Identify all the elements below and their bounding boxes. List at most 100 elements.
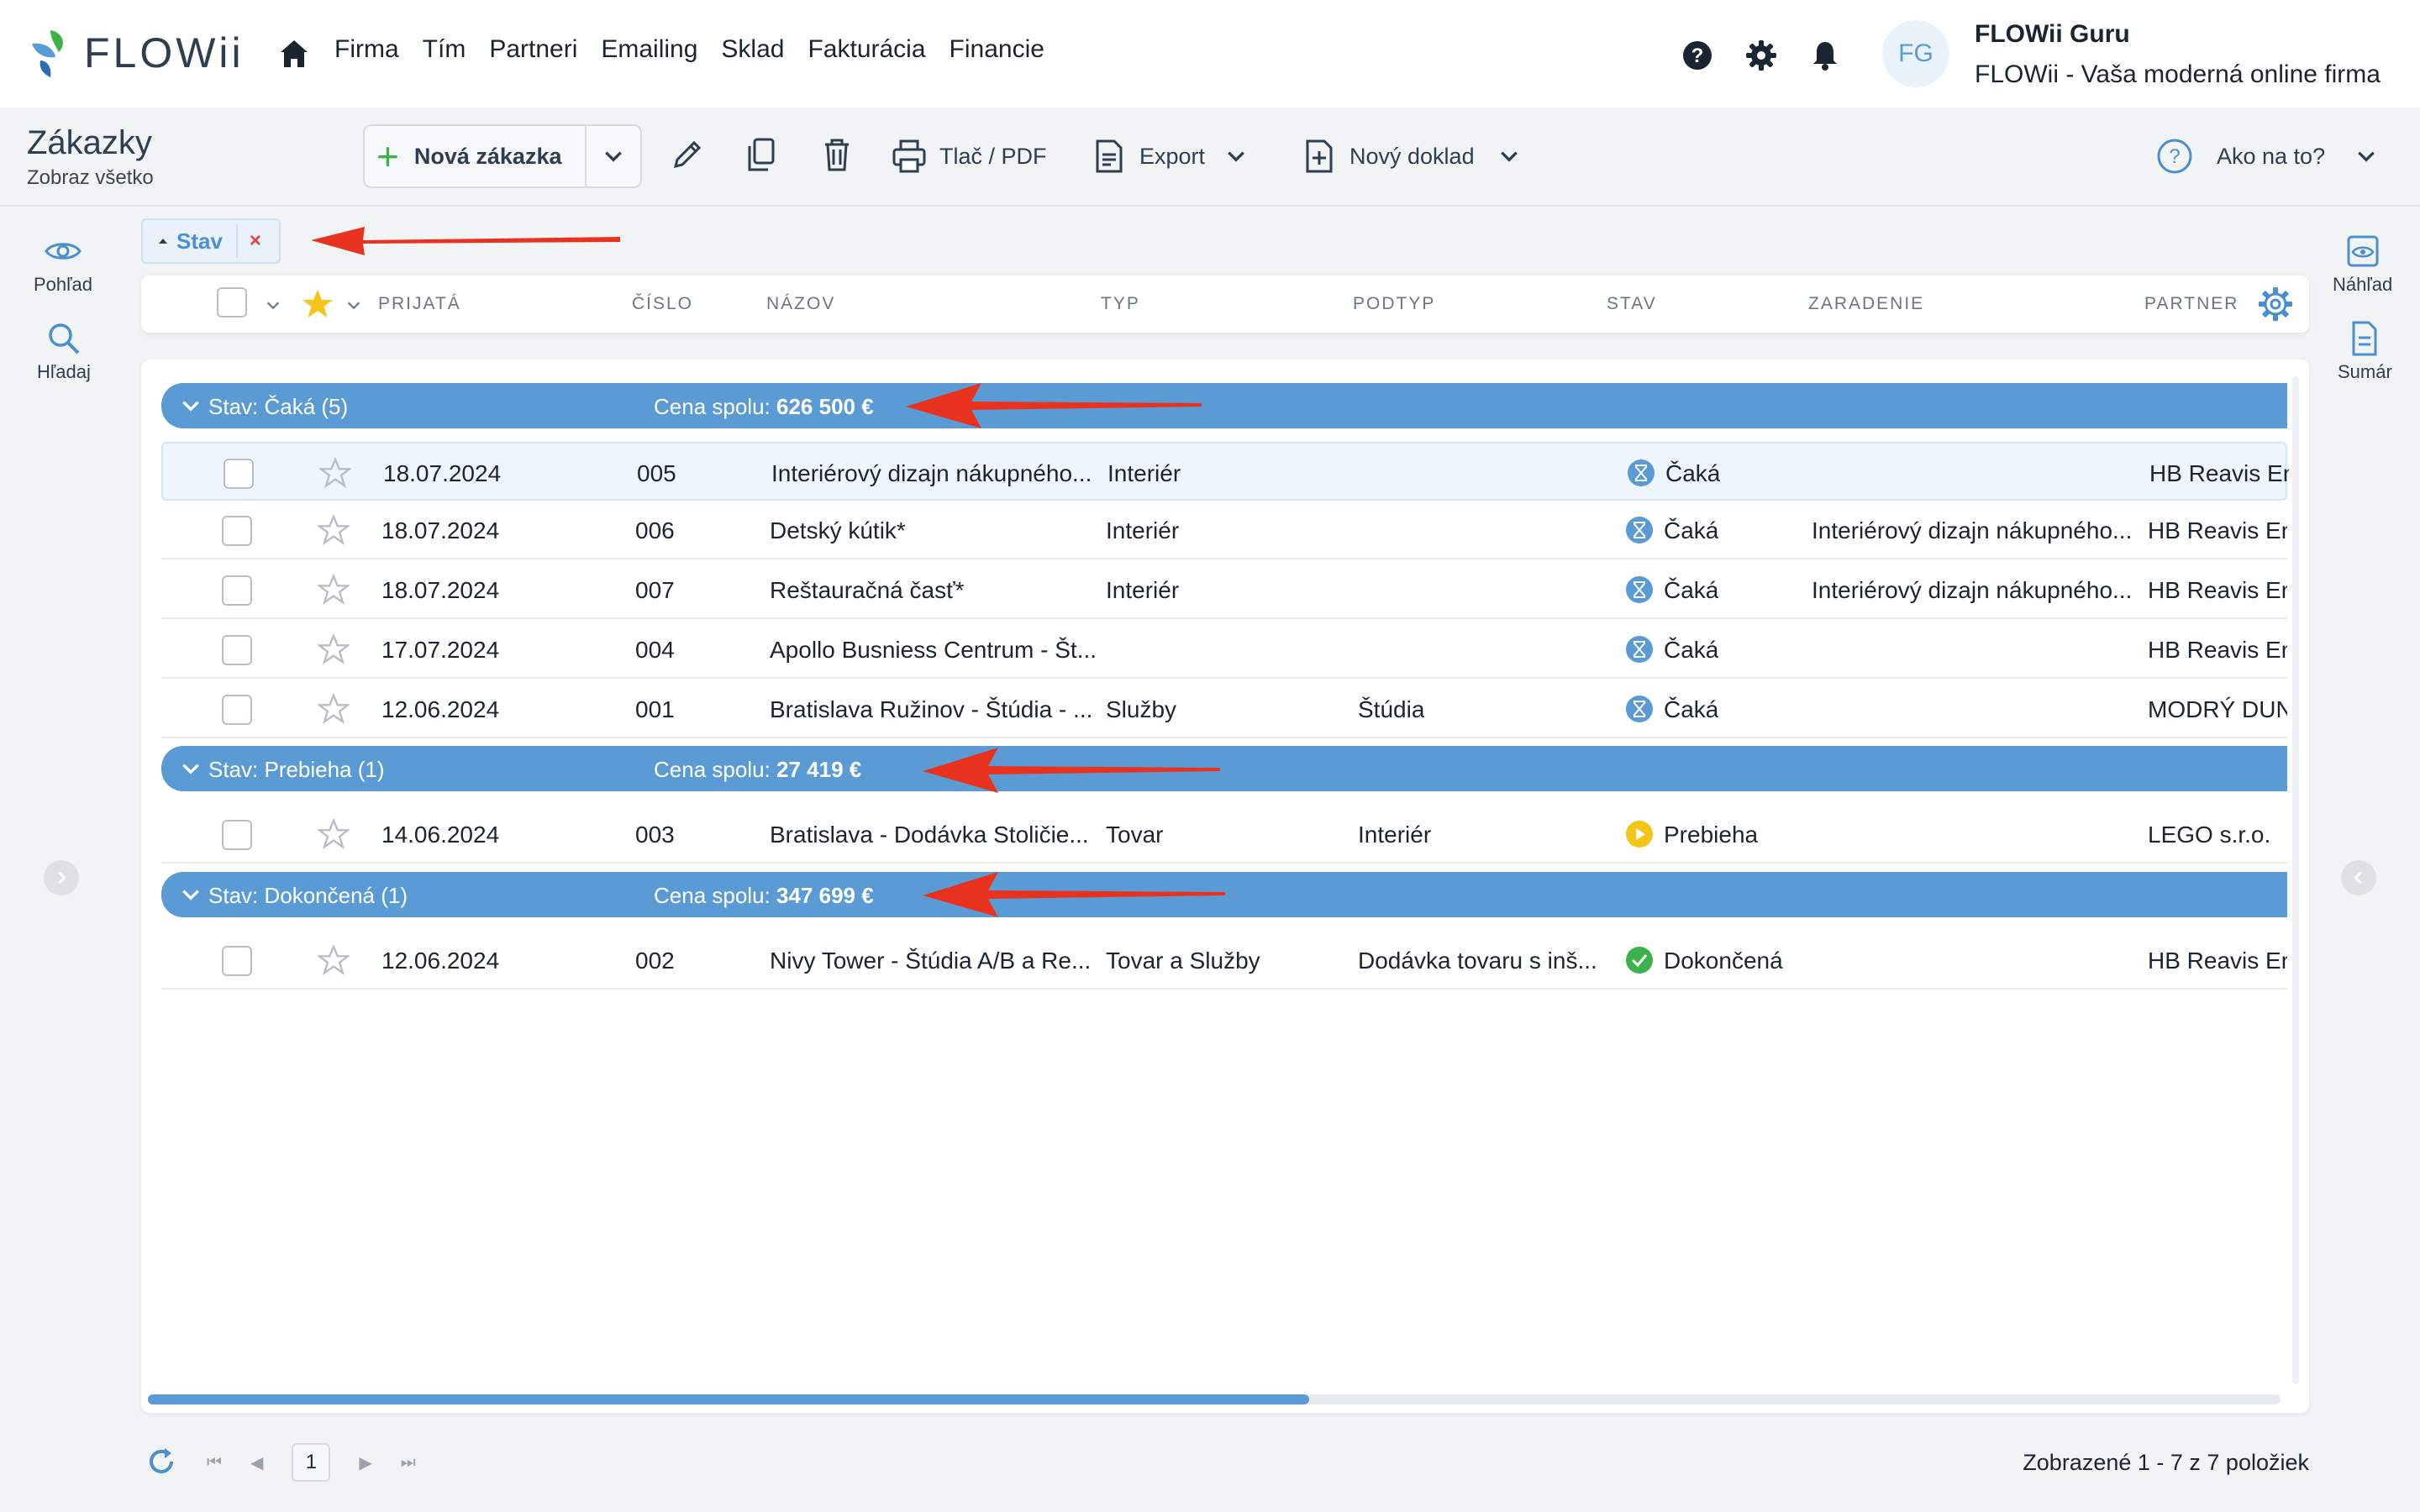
expand-right-button[interactable] [2341,860,2376,895]
bell-icon[interactable] [1808,39,1842,72]
cell-partner: HB Reavis En [2149,460,2289,486]
preview-button[interactable]: Náhľad [2333,232,2392,296]
star-outline-icon[interactable] [318,514,350,546]
current-page[interactable]: 1 [292,1443,331,1482]
cell-partner: LEGO s.r.o. [2148,822,2271,848]
group-header-prebieha[interactable]: Stav: Prebieha (1) Cena spolu: 27 419 € [161,746,2287,791]
column-header-stav[interactable]: STAV [1607,294,1657,314]
cell-type: Interiér [1106,577,1180,603]
nav-item-financie[interactable]: Financie [950,35,1044,64]
app-logo[interactable]: FLOWii [25,27,245,79]
table-row[interactable]: 12.06.2024 001 Bratislava Ružinov - Štúd… [161,680,2287,738]
table-row[interactable]: 18.07.2024 006 Detský kútik* Interiér Ča… [161,501,2287,559]
table-row[interactable]: 14.06.2024 003 Bratislava - Dodávka Stol… [161,805,2287,864]
row-checkbox[interactable] [222,516,252,546]
search-button[interactable]: Hľadaj [37,319,91,383]
star-outline-icon[interactable] [318,633,350,665]
how-to-button[interactable]: ? Ako na to? [2156,138,2377,175]
row-checkbox[interactable] [224,459,254,489]
chevron-right-icon [58,871,66,885]
cell-name: Nivy Tower - Štúdia A/B a Re... [770,948,1092,974]
expand-left-button[interactable] [44,860,79,895]
table-row[interactable]: 18.07.2024 007 Reštauračná časť* Interié… [161,560,2287,619]
print-pdf-button[interactable]: Tlač / PDF [891,138,1047,175]
cell-date: 18.07.2024 [381,577,500,603]
pagination: ⏮ ◀ 1 ▶ ⏭ [207,1443,416,1482]
nav-item-fakturacia[interactable]: Fakturácia [808,35,925,64]
cell-number: 005 [637,460,676,486]
nav-item-tim[interactable]: Tím [423,35,466,64]
home-icon[interactable] [277,37,311,71]
vertical-scrollbar[interactable] [2292,376,2299,1384]
column-settings-gear-icon[interactable] [2257,286,2294,323]
edit-icon[interactable] [669,136,706,173]
column-header-typ[interactable]: TYP [1101,294,1140,314]
table-row[interactable]: 17.07.2024 004 Apollo Busniess Centrum -… [161,620,2287,679]
star-outline-icon[interactable] [318,944,350,976]
cell-type: Tovar a Služby [1106,948,1260,974]
new-order-button[interactable]: + Nová zákazka [365,126,587,186]
row-checkbox[interactable] [222,820,252,850]
star-outline-icon[interactable] [319,457,351,489]
main-menu: Firma Tím Partneri Emailing Sklad Faktur… [334,35,1068,64]
group-header-caka[interactable]: Stav: Čaká (5) Cena spolu: 626 500 € [161,383,2287,428]
view-button[interactable]: Pohľad [34,232,92,296]
nav-item-firma[interactable]: Firma [334,35,399,64]
row-checkbox[interactable] [222,695,252,725]
nav-item-emailing[interactable]: Emailing [601,35,697,64]
row-checkbox[interactable] [222,575,252,606]
star-outline-icon[interactable] [318,574,350,606]
row-checkbox[interactable] [222,635,252,665]
new-document-button[interactable]: Nový doklad [1301,138,1520,175]
column-header-nazov[interactable]: NÁZOV [766,294,835,314]
summary-button[interactable]: Sumár [2338,319,2392,383]
refresh-icon[interactable] [145,1445,178,1478]
view-label: Pohľad [34,274,93,295]
hourglass-icon [1626,576,1653,603]
star-outline-icon[interactable] [318,693,350,725]
preview-label: Náhľad [2333,274,2393,295]
previous-page-icon[interactable]: ◀ [250,1452,263,1473]
cell-partner: HB Reavis En [2148,948,2287,974]
how-to-label: Ako na to? [2217,143,2326,169]
column-header-zaradenie[interactable]: ZARADENIE [1808,294,1924,314]
svg-text:?: ? [1691,45,1704,67]
nav-item-sklad[interactable]: Sklad [721,35,784,64]
table-row[interactable]: 12.06.2024 002 Nivy Tower - Štúdia A/B a… [161,931,2287,990]
help-icon[interactable]: ? [1681,39,1714,72]
column-header-prijata[interactable]: PRIJATÁ [378,294,461,314]
chevron-down-icon[interactable] [345,296,363,314]
new-order-dropdown[interactable] [587,126,640,186]
copy-icon[interactable] [743,136,780,173]
user-name: FLOWii Guru [1975,20,2130,48]
cell-number: 004 [635,637,675,663]
hourglass-icon [1628,459,1655,486]
column-header-podtyp[interactable]: PODTYP [1353,294,1435,314]
column-header-partner[interactable]: PARTNER [2144,294,2238,314]
select-all-checkbox[interactable] [217,287,247,318]
next-page-icon[interactable]: ▶ [359,1452,371,1473]
star-filled-icon[interactable] [301,287,334,321]
trash-icon[interactable] [818,136,855,173]
question-circle-icon: ? [2157,139,2192,174]
gear-icon[interactable] [1744,39,1778,72]
summary-label: Sumár [2338,361,2392,382]
group-filter-chip[interactable]: Stav × [141,218,281,264]
avatar[interactable]: FG [1882,20,1949,87]
first-page-icon[interactable]: ⏮ [207,1453,222,1473]
cell-type: Služby [1106,696,1177,722]
horizontal-scrollbar[interactable] [148,1394,2281,1404]
pagination-info: Zobrazené 1 - 7 z 7 položiek [2023,1450,2309,1475]
last-page-icon[interactable]: ⏭ [401,1453,416,1473]
nav-item-partneri[interactable]: Partneri [489,35,577,64]
remove-filter-icon[interactable]: × [250,229,261,253]
column-header-cislo[interactable]: ČÍSLO [632,294,693,314]
export-label: Export [1139,143,1206,169]
star-outline-icon[interactable] [318,818,350,850]
row-checkbox[interactable] [222,946,252,976]
toolbar: Zákazky Zobraz všetko + Nová zákazka Tla… [0,108,2420,207]
scrollbar-thumb[interactable] [148,1394,1309,1404]
chevron-down-icon[interactable] [264,296,282,314]
export-button[interactable]: Export [1091,138,1247,175]
table-row[interactable]: 18.07.2024 005 Interiérový dizajn nákupn… [161,442,2289,501]
